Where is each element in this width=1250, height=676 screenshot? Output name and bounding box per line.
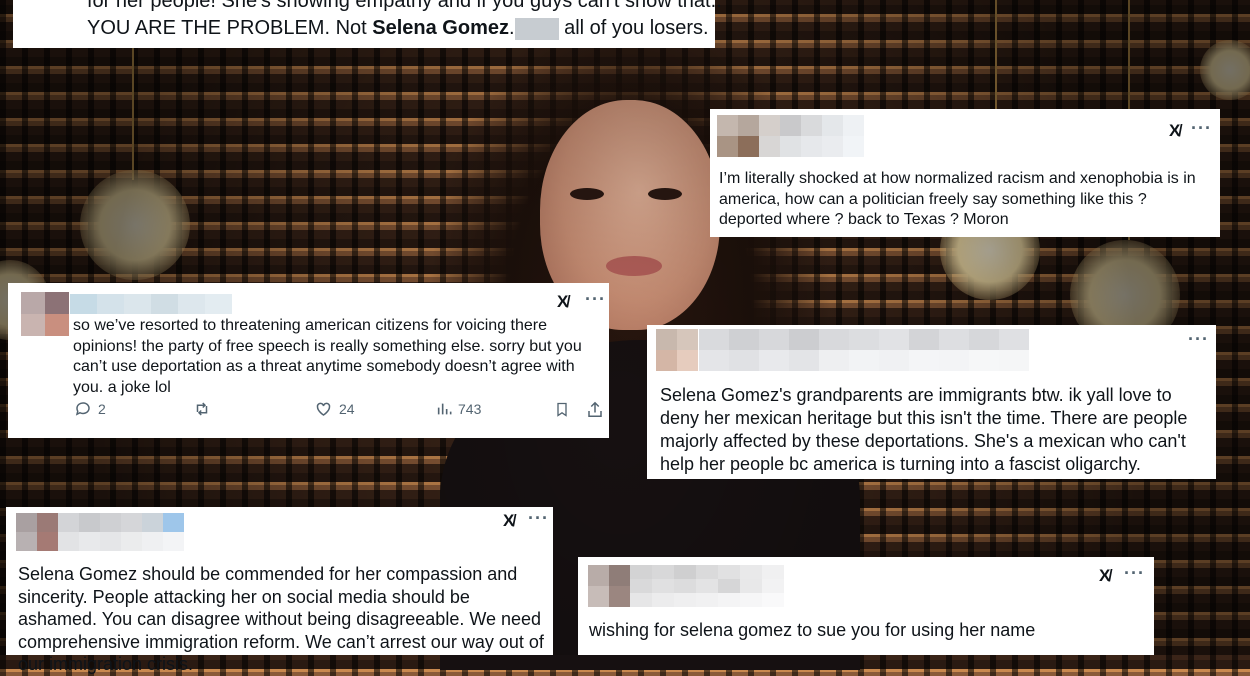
views-count: 743 — [458, 401, 482, 417]
x-logo-icon[interactable]: X̸ — [1099, 566, 1110, 586]
blurred-username — [630, 565, 784, 607]
blurred-username — [70, 294, 232, 314]
tweet-text: wishing for selena gomez to sue you for … — [589, 620, 1036, 640]
blurred-username — [58, 513, 184, 551]
share-icon — [588, 401, 602, 417]
tweet-text: so we’ve resorted to threatening america… — [73, 317, 582, 396]
more-options-icon[interactable]: ··· — [1188, 329, 1209, 350]
views-button[interactable]: 743 — [436, 400, 481, 418]
tweet-text: Selena Gomez's grandparents are immigran… — [660, 385, 1188, 474]
share-button[interactable] — [586, 400, 604, 419]
tweet-card-racism: X̸ ··· I’m literally shocked at how norm… — [710, 109, 1220, 237]
more-options-icon[interactable]: ··· — [1124, 563, 1145, 584]
blurred-avatar — [656, 329, 698, 371]
reply-icon — [75, 402, 90, 416]
top-tweet-card: for her people! She's showing empathy an… — [13, 0, 722, 48]
more-options-icon[interactable]: ··· — [528, 508, 549, 529]
x-logo-icon[interactable]: X̸ — [1169, 121, 1180, 141]
repost-button[interactable] — [192, 400, 212, 418]
heart-icon — [316, 402, 331, 416]
tweet-card-grandparents: ··· Selena Gomez's grandparents are immi… — [647, 325, 1216, 479]
like-count: 24 — [339, 401, 355, 417]
blurred-avatar — [717, 115, 864, 157]
top-tweet-line2-start: YOU ARE THE PROBLEM. Not — [87, 17, 373, 39]
top-tweet-line1: for her people! She's showing empathy an… — [87, 0, 722, 12]
tweet-text: Selena Gomez should be commended for her… — [18, 564, 544, 674]
more-options-icon[interactable]: ··· — [1191, 118, 1212, 139]
tweet-text: I’m literally shocked at how normalized … — [719, 170, 1196, 228]
x-logo-icon[interactable]: X̸ — [557, 292, 568, 312]
tweet-card-threatening: X̸ ··· so we’ve resorted to threatening … — [8, 283, 609, 438]
blurred-avatar — [21, 292, 69, 336]
tweet-card-commended: X̸ ··· Selena Gomez should be commended … — [6, 507, 553, 674]
selena-gomez-bold: Selena Gomez — [372, 17, 509, 39]
like-button[interactable]: 24 — [314, 400, 355, 418]
reply-count: 2 — [98, 401, 106, 417]
redacted-word — [514, 17, 559, 40]
blurred-avatar — [16, 513, 58, 551]
reply-button[interactable]: 2 — [74, 400, 106, 418]
blurred-username — [699, 329, 1029, 371]
bookmark-icon — [557, 402, 567, 417]
more-options-icon[interactable]: ··· — [585, 289, 606, 310]
x-logo-icon[interactable]: X̸ — [503, 511, 514, 531]
top-tweet-line2: YOU ARE THE PROBLEM. Not Selena Gomez. a… — [87, 16, 709, 40]
blurred-avatar — [588, 565, 630, 607]
views-icon — [437, 403, 452, 415]
repost-icon — [196, 402, 208, 416]
top-tweet-line2-end: all of you losers. — [558, 17, 709, 39]
bookmark-button[interactable] — [554, 400, 570, 419]
tweet-card-sue: X̸ ··· wishing for selena gomez to sue y… — [578, 557, 1154, 655]
